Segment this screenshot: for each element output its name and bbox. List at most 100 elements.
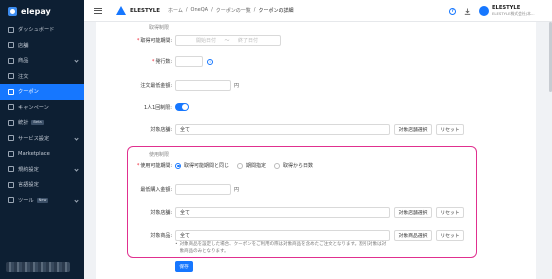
sidebar-item-label: ツール	[18, 197, 34, 204]
target-product-note: • 対象商品を設定した場合、クーポンをご利用の際は対象商品を含めたご注文となりま…	[175, 242, 387, 254]
reset-product-button[interactable]: リセット	[436, 230, 464, 241]
breadcrumb-coupon-list[interactable]: クーポンの一覧	[216, 7, 251, 14]
sidebar-item-label: 商品	[18, 58, 29, 65]
sidebar-item-2[interactable]: 商品	[0, 53, 84, 69]
min-purchase-input[interactable]	[175, 184, 231, 195]
elepay-logo-icon	[8, 6, 17, 16]
radio-same-as-acquire[interactable]	[175, 162, 181, 169]
breadcrumb-sep-2: /	[211, 7, 213, 13]
breadcrumb: ホーム / OneQA / クーポンの一覧 / クーポンの詳細	[168, 7, 294, 14]
chevron-down-icon	[74, 166, 79, 172]
tool-icon	[8, 197, 14, 204]
target-product-label: 対象商品:	[150, 233, 172, 239]
reset-store-button[interactable]: リセット	[436, 124, 464, 135]
sidebar-item-5[interactable]: キャンペーン	[0, 100, 84, 116]
document-icon	[8, 166, 14, 173]
usage-limit-title: 使用制限	[149, 152, 170, 158]
min-order-amount-label: 注文最低金額:	[140, 83, 172, 89]
chevron-down-icon	[74, 135, 79, 141]
sidebar-item-label: 規約設定	[18, 166, 39, 173]
sidebar-item-label: 注文	[18, 73, 29, 80]
sidebar-item-9[interactable]: 規約設定	[0, 162, 84, 178]
sidebar-item-10[interactable]: 言語設定	[0, 177, 84, 193]
chart-icon	[8, 119, 14, 126]
download-icon[interactable]	[464, 8, 471, 15]
usage-select-store-button[interactable]: 対象店舗選択	[394, 207, 432, 218]
marketplace-icon	[8, 150, 14, 157]
sidebar-badge: Beta	[31, 120, 44, 126]
select-store-button[interactable]: 対象店舗選択	[394, 124, 432, 135]
note-bullet: •	[175, 242, 178, 247]
breadcrumb-sep-3: /	[253, 7, 256, 13]
breadcrumb-oneqa[interactable]: OneQA	[191, 7, 209, 14]
chevron-down-icon	[74, 197, 79, 203]
sidebar-item-label: ダッシュボード	[18, 27, 55, 34]
breadcrumb-home[interactable]: ホーム	[168, 7, 183, 14]
min-purchase-label: 最低購入金額:	[140, 187, 172, 193]
blurred-account-area	[6, 262, 70, 272]
sidebar-item-1[interactable]: 店舗	[0, 38, 84, 54]
logo[interactable]: elepay	[0, 0, 84, 22]
one-per-person-label: 1人1回制限:	[143, 104, 172, 111]
store-icon	[8, 42, 14, 49]
yen-unit-usage: 円	[234, 187, 240, 193]
acquire-period-range[interactable]: 開始日付 〜 終了日付	[175, 35, 281, 46]
menu-icon[interactable]	[94, 7, 102, 14]
usage-target-store-label: 対象店舗:	[150, 210, 172, 216]
usage-reset-store-button[interactable]: リセット	[436, 207, 464, 218]
radio-specify-period-label: 期間指定	[246, 163, 267, 169]
sidebar-item-4[interactable]: クーポン	[0, 84, 84, 100]
radio-days-from-acquire-label: 取得から日数	[283, 163, 314, 169]
help-icon[interactable]: ?	[449, 7, 456, 15]
info-icon[interactable]: i	[207, 58, 213, 65]
radio-days-from-acquire[interactable]	[274, 162, 281, 169]
logo-text: elepay	[21, 6, 51, 16]
language-icon	[8, 181, 14, 188]
usage-period-label: *使用可能期間:	[136, 163, 172, 169]
sidebar-item-8[interactable]: Marketplace	[0, 146, 84, 162]
top-header: ELESTYLE ホーム / OneQA / クーポンの一覧 / クーポンの詳細 ? …	[84, 0, 552, 22]
coupon-icon	[8, 88, 14, 95]
tag-icon	[8, 57, 14, 64]
start-date-input[interactable]: 開始日付	[196, 37, 216, 44]
sidebar-item-6[interactable]: 統計 Beta	[0, 115, 84, 131]
breadcrumb-current: クーポンの詳細	[258, 8, 294, 14]
radio-same-as-acquire-label: 取得可能期間と同じ	[184, 163, 230, 169]
radio-specify-period[interactable]	[237, 162, 244, 169]
home-icon	[8, 26, 14, 33]
sidebar-item-label: サービス設定	[18, 135, 50, 142]
sidebar: elepay ダッシュボード 店舗 商品 注文 クーポン キャンペーン 統計 Beta サービス…	[0, 0, 84, 279]
sidebar-item-label: キャンペーン	[18, 104, 49, 111]
issue-count-label: *発行数:	[151, 59, 172, 65]
sidebar-item-label: 店舗	[18, 42, 29, 49]
sidebar-item-0[interactable]: ダッシュボード	[0, 22, 84, 38]
sidebar-item-3[interactable]: 注文	[0, 69, 84, 85]
user-menu[interactable]: ELESTYLE ELESTYLE株式会社(本...	[492, 5, 552, 17]
sidebar-item-label: 言語設定	[18, 182, 39, 189]
gear-icon	[8, 135, 14, 142]
breadcrumb-sep-1: /	[185, 7, 188, 13]
campaign-icon	[8, 104, 14, 111]
sidebar-item-label: Marketplace	[18, 150, 50, 157]
issue-count-input[interactable]	[175, 56, 203, 67]
chevron-down-icon	[74, 58, 79, 63]
usage-target-store-input[interactable]: 全て	[175, 207, 390, 218]
sidebar-badge: New	[36, 197, 49, 203]
target-store-input[interactable]: 全て	[175, 124, 390, 135]
yen-unit: 円	[234, 83, 240, 89]
acquire-period-label: *取得可能期間:	[136, 38, 172, 44]
sidebar-item-11[interactable]: ツール New	[0, 193, 84, 209]
user-company: ELESTYLE株式会社(本...	[492, 11, 535, 16]
sidebar-item-label: 統計	[18, 120, 29, 127]
avatar[interactable]	[479, 6, 489, 16]
end-date-input[interactable]: 終了日付	[238, 37, 258, 44]
target-product-input[interactable]: 全て	[175, 230, 390, 241]
brand-name: ELESTYLE	[130, 7, 160, 14]
sidebar-item-7[interactable]: サービス設定	[0, 131, 84, 147]
one-per-person-toggle[interactable]	[175, 103, 189, 111]
order-icon	[8, 73, 14, 80]
save-button[interactable]: 保存	[175, 261, 193, 272]
sidebar-item-label: クーポン	[18, 89, 39, 96]
min-order-amount-input[interactable]	[175, 80, 231, 91]
select-product-button[interactable]: 対象商品選択	[394, 230, 432, 241]
